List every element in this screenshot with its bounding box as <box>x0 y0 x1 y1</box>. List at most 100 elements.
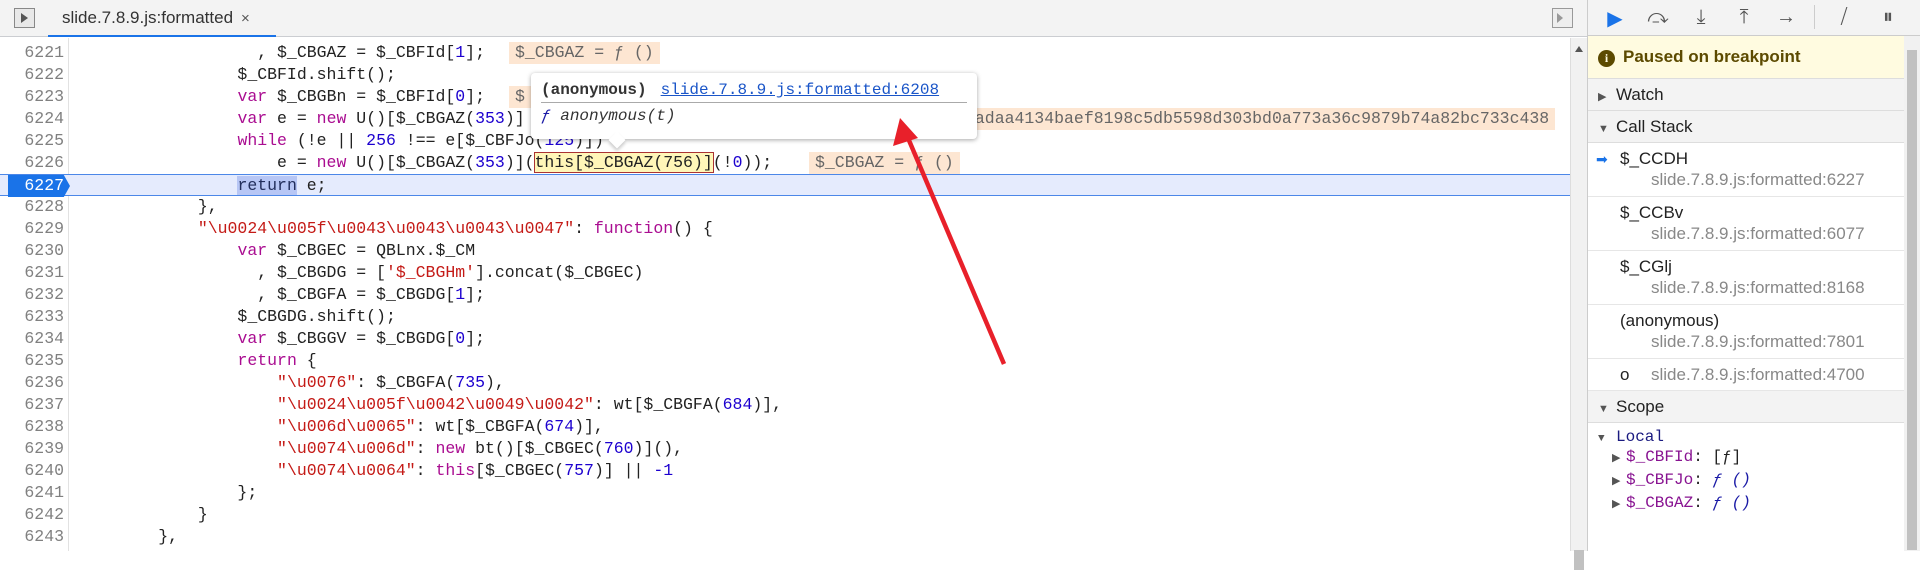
code-text[interactable]: , $_CBGDG = ['$_CBGHm'].concat($_CBGEC) <box>79 262 643 284</box>
line-number[interactable]: 6225 <box>0 130 64 152</box>
call-stack-frame[interactable]: o slide.7.8.9.js:formatted:4700 <box>1588 359 1920 391</box>
code-line[interactable]: 6236 "\u0076": $_CBGFA(735), <box>0 372 1570 394</box>
code-text[interactable]: return e; <box>79 175 327 197</box>
frame-location[interactable]: slide.7.8.9.js:formatted:6227 <box>1651 170 1865 190</box>
scope-local-header[interactable]: ▼ Local <box>1588 423 1920 446</box>
code-text[interactable]: "\u0076": $_CBGFA(735), <box>79 372 505 394</box>
expand-triangle-icon[interactable]: ▶ <box>1612 448 1626 471</box>
code-text[interactable]: }, <box>79 196 218 218</box>
expand-triangle-icon[interactable]: ▶ <box>1612 494 1626 517</box>
code-line[interactable]: 6231 , $_CBGDG = ['$_CBGHm'].concat($_CB… <box>0 262 1570 284</box>
call-stack-section-header[interactable]: ▼ Call Stack <box>1588 111 1920 143</box>
call-stack-frame[interactable]: ➡ $_CCDH slide.7.8.9.js:formatted:6227 <box>1588 143 1920 197</box>
code-text[interactable]: "\u0074\u0064": this[$_CBGEC(757)] || -1 <box>79 460 673 482</box>
code-text[interactable]: var $_CBGBn = $_CBFId[0]; <box>79 86 485 108</box>
toggle-debugger-sidebar-icon[interactable] <box>1552 8 1573 28</box>
code-line[interactable]: 6233 $_CBGDG.shift(); <box>0 306 1570 328</box>
code-line[interactable]: 6239 "\u0074\u006d": new bt()[$_CBGEC(76… <box>0 438 1570 460</box>
scope-variable[interactable]: ▶ $_CBFId: [ƒ] <box>1588 446 1920 469</box>
editor-scrollbar[interactable] <box>1570 38 1587 570</box>
code-text[interactable]: , $_CBGAZ = $_CBFId[1]; <box>79 42 485 64</box>
scope-variable[interactable]: ▶ $_CBGAZ: ƒ () <box>1588 492 1920 515</box>
frame-location[interactable]: slide.7.8.9.js:formatted:6077 <box>1651 224 1865 244</box>
code-line[interactable]: 6243 }, <box>0 526 1570 548</box>
frame-location[interactable]: slide.7.8.9.js:formatted:7801 <box>1651 332 1865 352</box>
line-number[interactable]: 6230 <box>0 240 64 262</box>
watch-section-header[interactable]: ▶ Watch <box>1588 79 1920 111</box>
line-number[interactable]: 6238 <box>0 416 64 438</box>
code-text[interactable]: "\u0074\u006d": new bt()[$_CBGEC(760)]()… <box>79 438 683 460</box>
frame-location[interactable]: slide.7.8.9.js:formatted:8168 <box>1651 278 1865 298</box>
code-text[interactable]: var $_CBGGV = $_CBGDG[0]; <box>79 328 485 350</box>
code-line[interactable]: 6241 }; <box>0 482 1570 504</box>
code-text[interactable]: $_CBGDG.shift(); <box>79 306 395 328</box>
code-line[interactable]: 6242 } <box>0 504 1570 526</box>
popover-source-link[interactable]: slide.7.8.9.js:formatted:6208 <box>661 81 939 99</box>
scrollbar-thumb[interactable] <box>1574 550 1584 570</box>
code-line[interactable]: 6235 return { <box>0 350 1570 372</box>
pause-on-exceptions-icon[interactable]: ⏸ <box>1875 6 1901 29</box>
step-into-icon[interactable]: ⤓ <box>1688 6 1714 29</box>
code-text[interactable]: }; <box>79 482 257 504</box>
line-number[interactable]: 6226 <box>0 152 64 174</box>
code-line[interactable]: 6229 "\u0024\u005f\u0043\u0043\u0043\u00… <box>0 218 1570 240</box>
code-text[interactable]: "\u0024\u005f\u0043\u0043\u0043\u0047": … <box>79 218 713 240</box>
tab-slide-js-formatted[interactable]: slide.7.8.9.js:formatted × <box>48 0 276 37</box>
step-icon[interactable]: → <box>1773 6 1799 29</box>
line-number[interactable]: 6236 <box>0 372 64 394</box>
line-number[interactable]: 6239 <box>0 438 64 460</box>
sidebar-scrollbar[interactable] <box>1904 36 1920 551</box>
line-number[interactable]: 6232 <box>0 284 64 306</box>
code-text[interactable]: $_CBFId.shift(); <box>79 64 395 86</box>
code-text[interactable]: }, <box>79 526 178 548</box>
close-tab-icon[interactable]: × <box>241 10 250 27</box>
code-text[interactable]: } <box>79 504 208 526</box>
scope-section-header[interactable]: ▼ Scope <box>1588 391 1920 423</box>
code-text[interactable]: , $_CBGFA = $_CBGDG[1]; <box>79 284 485 306</box>
call-stack-frame[interactable]: (anonymous) slide.7.8.9.js:formatted:7801 <box>1588 305 1920 359</box>
code-text[interactable]: e = new U()[$_CBGAZ(353)](this[$_CBGAZ(7… <box>79 152 772 174</box>
call-stack-frame[interactable]: $_CGlj slide.7.8.9.js:formatted:8168 <box>1588 251 1920 305</box>
expand-triangle-icon[interactable]: ▶ <box>1612 471 1626 494</box>
step-out-icon[interactable]: ⤒ <box>1731 6 1757 29</box>
code-text[interactable]: "\u0024\u005f\u0042\u0049\u0042": wt[$_C… <box>79 394 782 416</box>
code-line[interactable]: 6237 "\u0024\u005f\u0042\u0049\u0042": w… <box>0 394 1570 416</box>
scrollbar-thumb[interactable] <box>1907 50 1917 550</box>
code-line[interactable]: 6238 "\u006d\u0065": wt[$_CBGFA(674)], <box>0 416 1570 438</box>
line-number[interactable]: 6228 <box>0 196 64 218</box>
line-number[interactable]: 6235 <box>0 350 64 372</box>
line-number[interactable]: 6233 <box>0 306 64 328</box>
deactivate-breakpoints-icon[interactable]: ⧸ <box>1831 6 1857 29</box>
code-line[interactable]: 6228 }, <box>0 196 1570 218</box>
line-number[interactable]: 6223 <box>0 86 64 108</box>
toggle-navigator-icon[interactable] <box>14 8 35 28</box>
line-number[interactable]: 6243 <box>0 526 64 548</box>
scroll-up-icon[interactable] <box>1575 46 1583 52</box>
line-number[interactable]: 6229 <box>0 218 64 240</box>
code-line[interactable]: 6240 "\u0074\u0064": this[$_CBGEC(757)] … <box>0 460 1570 482</box>
line-number[interactable]: 6227 <box>8 175 70 197</box>
scope-variable[interactable]: ▶ $_CBFJo: ƒ () <box>1588 469 1920 492</box>
code-line[interactable]: 6232 , $_CBGFA = $_CBGDG[1]; <box>0 284 1570 306</box>
line-number[interactable]: 6221 <box>0 42 64 64</box>
code-line[interactable]: 6226 e = new U()[$_CBGAZ(353)](this[$_CB… <box>0 152 1570 174</box>
line-number[interactable]: 6222 <box>0 64 64 86</box>
code-text[interactable]: return { <box>79 350 316 372</box>
call-stack-frame[interactable]: $_CCBv slide.7.8.9.js:formatted:6077 <box>1588 197 1920 251</box>
code-text[interactable]: while (!e || 256 !== e[$_CBFJo(125)]) <box>79 130 603 152</box>
line-number[interactable]: 6237 <box>0 394 64 416</box>
code-text[interactable]: "\u006d\u0065": wt[$_CBGFA(674)], <box>79 416 604 438</box>
line-number[interactable]: 6241 <box>0 482 64 504</box>
resume-icon[interactable]: ▶ <box>1602 6 1628 31</box>
line-number[interactable]: 6224 <box>0 108 64 130</box>
step-over-icon[interactable]: ⤼ <box>1645 6 1671 29</box>
code-text[interactable]: var $_CBGEC = QBLnx.$_CM <box>79 240 475 262</box>
line-number[interactable]: 6234 <box>0 328 64 350</box>
code-line[interactable]: 6234 var $_CBGGV = $_CBGDG[0]; <box>0 328 1570 350</box>
frame-location[interactable]: slide.7.8.9.js:formatted:4700 <box>1651 365 1865 385</box>
line-number[interactable]: 6231 <box>0 262 64 284</box>
code-line[interactable]: 6230 var $_CBGEC = QBLnx.$_CM <box>0 240 1570 262</box>
code-text[interactable]: var e = new U()[$_CBGAZ(353)] <box>79 108 524 130</box>
line-number[interactable]: 6242 <box>0 504 64 526</box>
line-number[interactable]: 6240 <box>0 460 64 482</box>
